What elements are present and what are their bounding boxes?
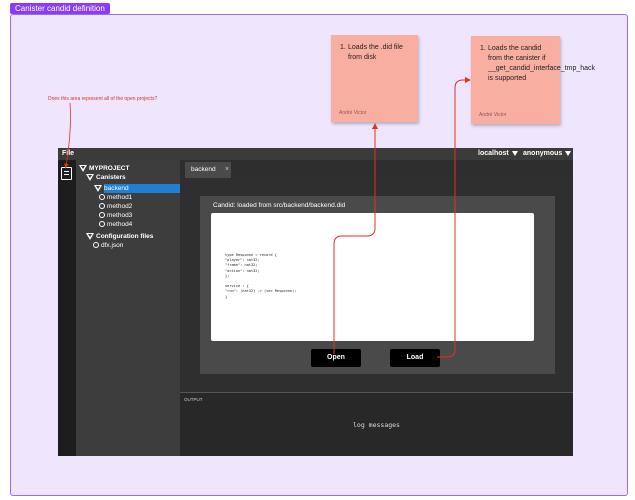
tree-canister-backend[interactable]: backend: [94, 184, 129, 193]
expand-triangle-icon: [79, 164, 87, 172]
chevron-down-icon: [511, 150, 518, 156]
activity-bar: [58, 160, 76, 456]
output-panel: OUTPUT log messages: [180, 392, 573, 456]
tree-canisters[interactable]: Canisters: [86, 173, 126, 182]
expand-triangle-icon: [86, 173, 94, 181]
close-icon[interactable]: ×: [225, 162, 229, 178]
log-messages: log messages: [353, 421, 400, 429]
tree-canisters-label: Canisters: [96, 174, 126, 181]
tree-method-label: method4: [107, 221, 133, 228]
sticky-text: Loads the candid from the canister if __…: [488, 45, 596, 82]
tree-method[interactable]: method3: [99, 211, 132, 220]
network-label: localhost: [478, 150, 509, 157]
sticky-text: Loads the .did file from disk: [348, 44, 403, 61]
tab-bar: backend ×: [180, 160, 573, 178]
identity-label: anonymous: [523, 150, 563, 157]
tree-method-label: method1: [107, 194, 133, 201]
method-circle-icon: [99, 203, 105, 210]
file-circle-icon: [93, 242, 99, 249]
files-icon[interactable]: [61, 167, 72, 180]
tree-project[interactable]: MYPROJECT: [79, 164, 129, 173]
candid-panel: Candid: loaded from src/backend/backend.…: [200, 196, 555, 374]
ide-window: File localhost anonymous MYPROJECT Canis…: [58, 148, 573, 456]
method-circle-icon: [99, 221, 105, 228]
tree-method[interactable]: method1: [99, 193, 132, 202]
tree-method[interactable]: method2: [99, 202, 132, 211]
annotation-question: Does this area represent all of the open…: [48, 96, 158, 102]
sticky-note-canister-candid[interactable]: 1. Loads the candid from the canister if…: [471, 36, 596, 124]
tree-canister-label: backend: [104, 185, 129, 192]
method-circle-icon: [99, 194, 105, 201]
chevron-down-icon: [565, 150, 572, 156]
tab-label: backend: [191, 166, 216, 173]
load-button[interactable]: Load: [390, 349, 440, 367]
tree-project-label: MYPROJECT: [89, 165, 130, 172]
network-selector[interactable]: localhost: [478, 150, 518, 157]
method-circle-icon: [99, 212, 105, 219]
editor-area: Candid: loaded from src/backend/backend.…: [180, 178, 573, 392]
expand-triangle-icon: [86, 232, 94, 240]
expand-triangle-icon: [94, 184, 102, 192]
candid-code-box[interactable]: type Response = record { "player": nat32…: [211, 213, 534, 341]
sticky-author: André Victor: [479, 112, 507, 118]
top-bar: File localhost anonymous: [58, 148, 573, 160]
identity-selector[interactable]: anonymous: [523, 150, 572, 157]
frame-label[interactable]: Canister candid definition: [10, 3, 110, 14]
candid-code: type Response = record { "player": nat32…: [225, 253, 297, 299]
tree-config-file[interactable]: dfx.json: [93, 241, 123, 250]
tree-config-file-label: dfx.json: [101, 242, 124, 249]
project-explorer: MYPROJECT Canisters backend method1 meth…: [76, 160, 180, 456]
tree-config-label: Configuration files: [96, 233, 154, 240]
open-button[interactable]: Open: [311, 349, 361, 367]
tab-backend[interactable]: backend ×: [185, 162, 231, 178]
sticky-number: 1.: [480, 45, 486, 52]
tree-method[interactable]: method4: [99, 220, 132, 229]
tree-method-label: method3: [107, 212, 133, 219]
sticky-author: André Victor: [339, 110, 367, 116]
panel-title: Candid: loaded from src/backend/backend.…: [213, 202, 346, 209]
sticky-note-did-file[interactable]: 1. Loads the .did file from disk André V…: [331, 35, 418, 122]
tree-config-files[interactable]: Configuration files: [86, 232, 153, 241]
output-label: OUTPUT: [184, 397, 203, 402]
sticky-number: 1.: [340, 44, 346, 51]
file-menu[interactable]: File: [62, 150, 74, 157]
tree-method-label: method2: [107, 203, 133, 210]
